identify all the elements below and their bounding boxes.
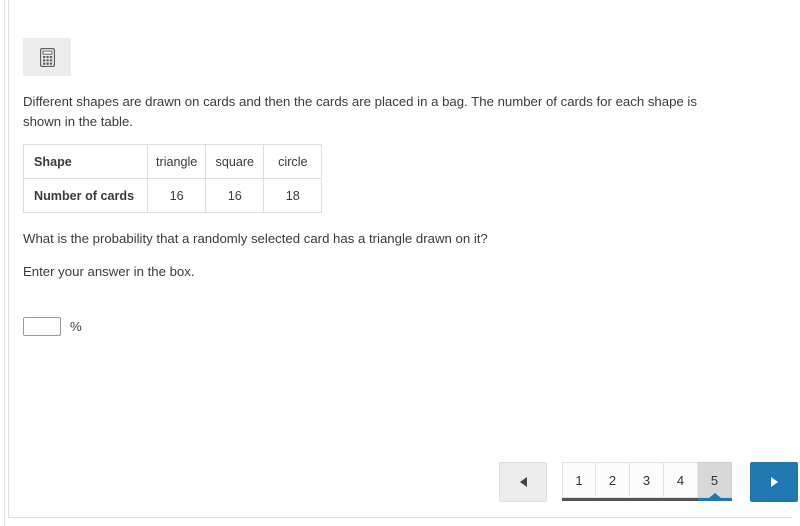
table-cell-count-square: 16 [205,178,265,213]
active-page-underline [698,493,732,501]
answer-instruction-text: Enter your answer in the box. [23,264,195,279]
answer-unit-label: % [70,319,82,334]
answer-input[interactable] [23,317,61,336]
page-frame: Different shapes are drawn on cards and … [0,0,800,526]
table-row-label-shape: Shape [23,144,148,179]
triangle-left-icon [519,477,527,487]
table-row: Shape triangle square circle [23,144,323,179]
next-page-button[interactable] [750,462,798,502]
table-cell-shape-triangle: triangle [146,144,207,179]
calculator-icon [39,47,55,67]
table-cell-shape-circle: circle [263,144,323,179]
shape-counts-table: Shape triangle square circle Number of c… [23,144,323,213]
page-number-list: 1 2 3 4 5 [562,462,732,501]
answer-row: % [23,317,82,336]
table-cell-count-triangle: 16 [146,178,207,213]
table-row: Number of cards 16 16 18 [23,178,323,213]
previous-page-button[interactable] [499,462,547,502]
table-row-label-number-of-cards: Number of cards [23,178,148,213]
active-page-caret-icon [709,493,721,498]
page-button-1[interactable]: 1 [562,462,596,498]
triangle-right-icon [770,477,778,487]
table-cell-count-circle: 18 [263,178,323,213]
left-rule-inner [8,0,9,518]
page-button-2[interactable]: 2 [596,462,630,498]
question-intro-text: Different shapes are drawn on cards and … [23,94,697,129]
question-text: What is the probability that a randomly … [23,231,488,246]
left-rule-outer [4,0,5,526]
pagination: 1 2 3 4 5 [499,462,798,506]
calculator-button[interactable] [23,38,71,76]
page-button-4[interactable]: 4 [664,462,698,498]
page-button-3[interactable]: 3 [630,462,664,498]
page-underline-bar [562,493,732,501]
bottom-rule [8,517,792,518]
table-cell-shape-square: square [205,144,265,179]
